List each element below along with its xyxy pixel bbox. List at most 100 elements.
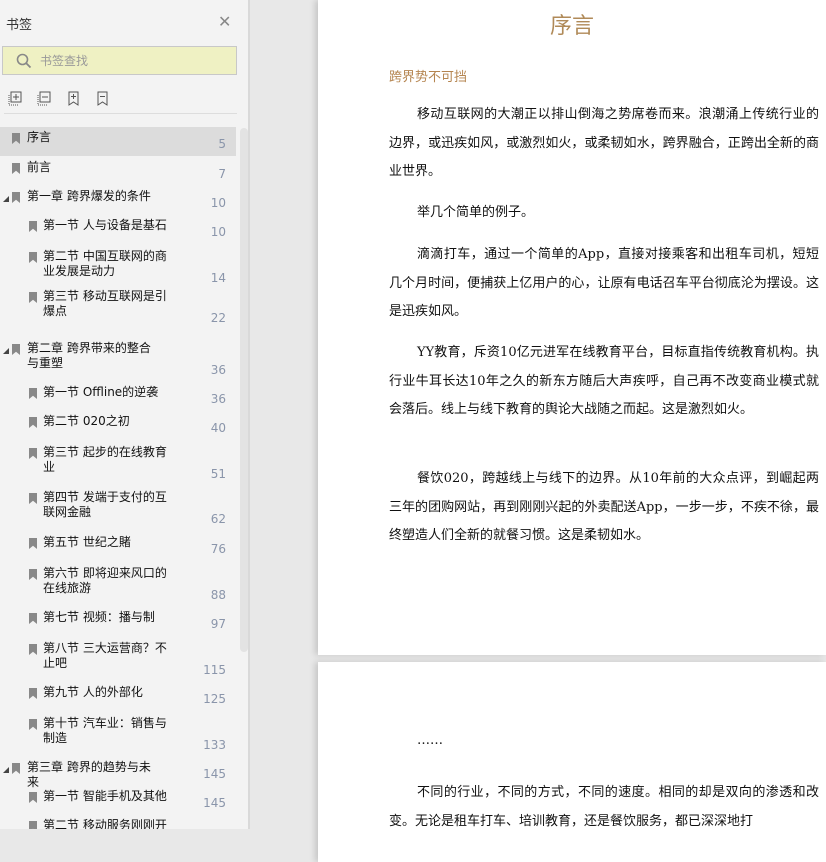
- bookmark-page-number: 145: [203, 796, 226, 810]
- bookmark-page-number: 97: [210, 617, 226, 631]
- bookmark-icon: [29, 688, 37, 699]
- expand-toggle-icon[interactable]: [3, 767, 9, 773]
- bookmark-item[interactable]: 第三节 移动互联网是引爆点 22: [0, 286, 236, 330]
- paragraph: YY教育，斥资10亿元进军在线教育平台，目标直指传统教育机构。执行业牛耳长达10…: [389, 345, 819, 417]
- bookmark-icon: [29, 292, 37, 303]
- bookmark-label: 第十节 汽车业：销售与制造: [43, 716, 167, 745]
- bookmark-item[interactable]: 第八节 三大运营商？不止吧 115: [0, 638, 236, 682]
- bookmark-icon: [12, 133, 20, 144]
- bookmark-page-number: 125: [203, 692, 226, 706]
- paragraph: 移动互联网的大潮正以排山倒海之势席卷而来。浪潮涌上传统行业的边界，或迅疾如风，或…: [389, 107, 819, 179]
- bookmark-label: 第一章 跨界爆发的条件: [27, 189, 151, 203]
- expand-toggle-icon[interactable]: [3, 196, 9, 202]
- bookmark-page-number: 5: [218, 137, 226, 151]
- bookmark-label: 第二节 中国互联网的商业发展是动力: [43, 249, 167, 278]
- paragraph: 举几个简单的例子。: [417, 205, 535, 220]
- bookmark-item[interactable]: 第二节 移动服务刚刚开: [0, 815, 236, 829]
- bookmark-icon: [12, 163, 20, 174]
- bookmark-search-input[interactable]: [40, 53, 220, 68]
- bookmark-icon: [29, 388, 37, 399]
- scrollbar[interactable]: [240, 128, 248, 652]
- bookmark-label: 第二章 跨界带来的整合与重塑: [27, 341, 151, 370]
- bookmark-search[interactable]: [2, 46, 237, 75]
- bookmark-label: 序言: [27, 130, 52, 144]
- bookmark-page-number: 88: [210, 588, 226, 602]
- bookmark-item[interactable]: 第十节 汽车业：销售与制造 133: [0, 713, 236, 757]
- bookmark-label: 第一节 Offline的逆袭: [43, 385, 159, 399]
- bookmark-label: 第六节 即将迎来风口的在线旅游: [43, 566, 167, 595]
- bookmark-icon: [29, 448, 37, 459]
- page: 序言 跨界势不可挡 移动互联网的大潮正以排山倒海之势席卷而来。浪潮涌上传统行业的…: [318, 0, 826, 655]
- bookmark-page-number: 10: [210, 196, 226, 210]
- bookmark-page-number: 62: [210, 512, 226, 526]
- bookmark-item[interactable]: 前言 7: [0, 157, 236, 186]
- bookmark-label: 第一节 人与设备是基石: [43, 218, 167, 232]
- page-title: 序言: [549, 14, 594, 39]
- bookmark-item[interactable]: 第三节 起步的在线教育业 51: [0, 442, 236, 486]
- bookmark-panel: 书签 ✕ 序言 5 前言 7 第一章 跨界爆发的条件 10 第一节 人与设备是基石 10 第二节…: [0, 0, 250, 829]
- bookmark-icon: [29, 821, 37, 829]
- bookmark-page-number: 36: [210, 363, 226, 377]
- remove-bookmark-icon[interactable]: [95, 91, 110, 106]
- bookmark-item[interactable]: 第二节 中国互联网的商业发展是动力 14: [0, 246, 236, 290]
- bookmark-icon: [12, 763, 20, 774]
- bookmark-icon: [29, 417, 37, 428]
- bookmark-page-number: 7: [218, 167, 226, 181]
- paragraph: 不同的行业，不同的方式，不同的速度。相同的却是双向的渗透和改变。无论是租车打车、…: [389, 785, 819, 829]
- bookmark-item[interactable]: 序言 5: [0, 127, 236, 156]
- bookmark-icon: [29, 569, 37, 580]
- bookmark-page-number: 145: [203, 767, 226, 781]
- add-bookmark-icon[interactable]: [66, 91, 81, 106]
- bookmark-icon: [29, 792, 37, 803]
- bookmark-page-number: 40: [210, 421, 226, 435]
- bookmark-icon: [29, 221, 37, 232]
- close-icon[interactable]: ✕: [218, 12, 231, 31]
- search-icon: [16, 53, 32, 68]
- bookmark-icon: [12, 192, 20, 203]
- bookmark-page-number: 22: [210, 311, 226, 325]
- document-view: 序言 跨界势不可挡 移动互联网的大潮正以排山倒海之势席卷而来。浪潮涌上传统行业的…: [318, 0, 826, 862]
- bookmark-icon: [12, 344, 20, 355]
- bookmark-label: 第七节 视频：播与制: [43, 610, 155, 624]
- collapse-all-icon[interactable]: [37, 91, 52, 106]
- bookmark-page-number: 76: [210, 542, 226, 556]
- bookmark-icon: [29, 538, 37, 549]
- bookmark-toolbar: [8, 91, 110, 106]
- bookmark-page-number: 133: [203, 738, 226, 752]
- bookmark-item[interactable]: 第六节 即将迎来风口的在线旅游 88: [0, 563, 236, 607]
- bookmark-icon: [29, 493, 37, 504]
- section-heading: 跨界势不可挡: [389, 70, 468, 85]
- expand-toggle-icon[interactable]: [3, 348, 9, 354]
- ellipsis: ……: [417, 733, 443, 748]
- bookmark-label: 前言: [27, 160, 52, 174]
- bookmark-item[interactable]: 第二章 跨界带来的整合与重塑 36: [0, 338, 236, 382]
- bookmark-label: 第八节 三大运营商？不止吧: [43, 641, 167, 670]
- bookmark-icon: [29, 252, 37, 263]
- bookmark-item[interactable]: 第三章 跨界的趋势与未来 145: [0, 757, 236, 789]
- bookmark-label: 第二节 020之初: [43, 414, 130, 428]
- bookmark-page-number: 10: [210, 225, 226, 239]
- bookmark-item[interactable]: 第二节 020之初 40: [0, 411, 236, 440]
- bookmark-label: 第一节 智能手机及其他: [43, 789, 167, 803]
- bookmark-label: 第五节 世纪之賭: [43, 535, 131, 549]
- bookmark-item[interactable]: 第五节 世纪之賭 76: [0, 532, 236, 561]
- bookmark-item[interactable]: 第一节 人与设备是基石 10: [0, 215, 236, 244]
- bookmark-label: 第四节 发端于支付的互联网金融: [43, 490, 167, 519]
- bookmark-label: 第三节 起步的在线教育业: [43, 445, 167, 474]
- bookmark-icon: [29, 644, 37, 655]
- bookmark-label: 第二节 移动服务刚刚开: [43, 818, 167, 829]
- bookmark-icon: [29, 719, 37, 730]
- bookmark-item[interactable]: 第四节 发端于支付的互联网金融 62: [0, 487, 236, 531]
- bookmark-label: 第三节 移动互联网是引爆点: [43, 289, 167, 318]
- bookmark-item[interactable]: 第一章 跨界爆发的条件 10: [0, 186, 236, 215]
- bookmark-item[interactable]: 第七节 视频：播与制 97: [0, 607, 236, 636]
- bookmark-item[interactable]: 第九节 人的外部化 125: [0, 682, 236, 711]
- bookmark-item[interactable]: 第一节 智能手机及其他 145: [0, 786, 236, 815]
- bookmark-page-number: 115: [203, 663, 226, 677]
- bookmark-item[interactable]: 第一节 Offline的逆袭 36: [0, 382, 236, 411]
- paragraph: 滴滴打车，通过一个简单的App，直接对接乘客和出租车司机，短短几个月时间，便捕获…: [389, 247, 819, 319]
- expand-all-icon[interactable]: [8, 91, 23, 106]
- page: …… 不同的行业，不同的方式，不同的速度。相同的却是双向的渗透和改变。无论是租车…: [318, 662, 826, 862]
- bookmark-page-number: 51: [210, 467, 226, 481]
- paragraph: 餐饮020，跨越线上与线下的边界。从10年前的大众点评，到崛起两三年的团购网站，…: [389, 471, 819, 543]
